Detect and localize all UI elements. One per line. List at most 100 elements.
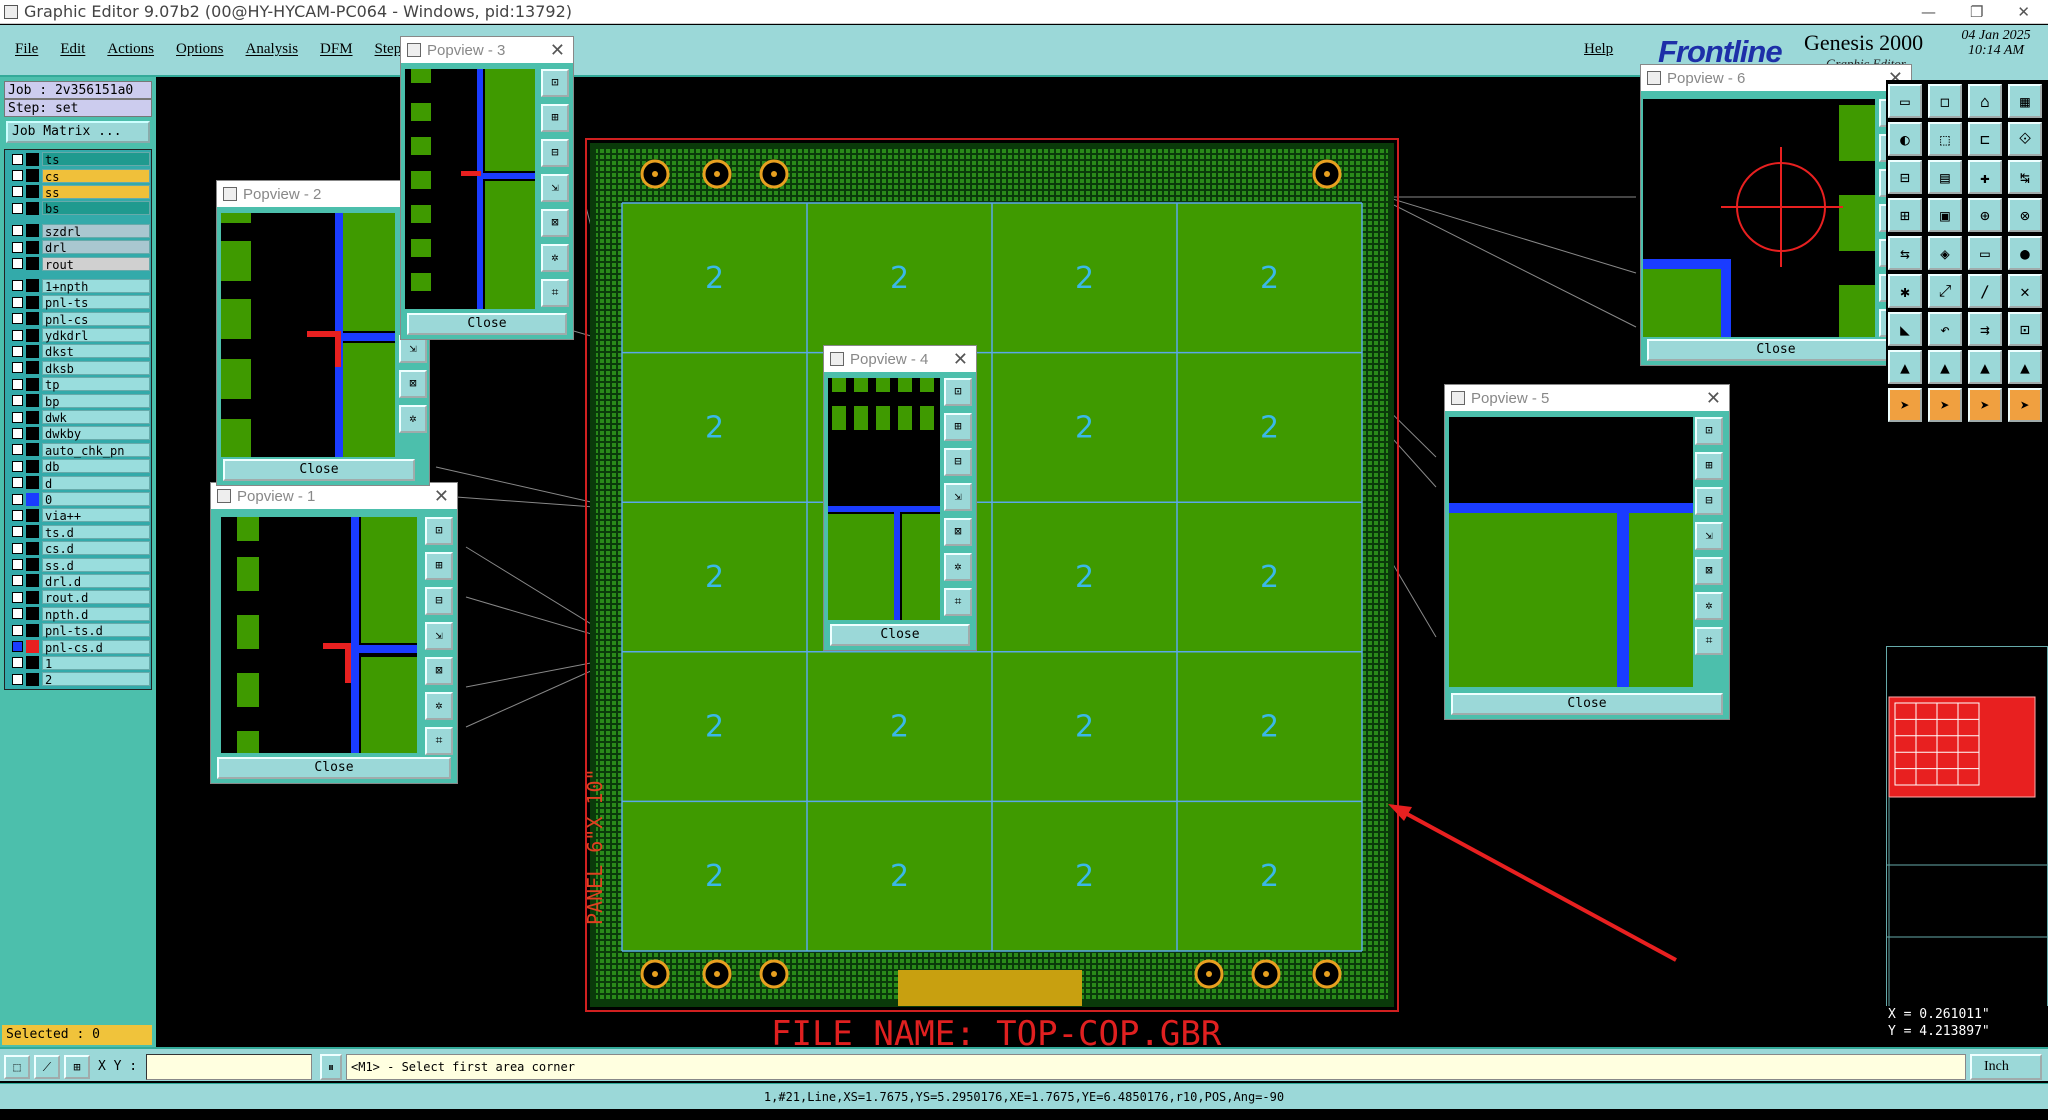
select-tool-icon[interactable]: ⬚ <box>4 1055 30 1079</box>
layer-row[interactable]: szdrl <box>6 223 150 239</box>
menu-edit[interactable]: Edit <box>60 41 85 58</box>
tool-undo-icon[interactable]: ↶ <box>1928 312 1962 346</box>
fit-icon[interactable]: ⊠ <box>944 518 972 546</box>
layer-color-swatch[interactable] <box>26 312 39 326</box>
layer-checkbox[interactable] <box>12 526 23 538</box>
layer-checkbox[interactable] <box>12 411 23 423</box>
tool-line-icon[interactable]: ∕ <box>1968 274 2002 308</box>
layer-checkbox[interactable] <box>12 280 23 292</box>
layer-color-swatch[interactable] <box>26 426 39 440</box>
refresh-icon[interactable]: ⌗ <box>944 588 972 616</box>
tool-window-icon[interactable]: ⬚ <box>1928 122 1962 156</box>
zoom-out-icon[interactable]: ⊟ <box>944 448 972 476</box>
layer-row[interactable]: bs <box>6 200 150 216</box>
layer-row[interactable]: pnl-cs.d <box>6 638 150 655</box>
layer-name[interactable]: rout <box>42 256 150 272</box>
center-icon[interactable]: ✲ <box>425 692 453 720</box>
layer-row[interactable]: 2 <box>6 671 150 687</box>
layer-row[interactable]: dkst <box>6 343 150 359</box>
zoom-in-icon[interactable]: ⊞ <box>1695 452 1723 480</box>
layer-row[interactable]: ts <box>6 151 150 167</box>
layer-row[interactable]: ss <box>6 184 150 200</box>
tool-expand-icon[interactable]: ⤢ <box>1928 274 1962 308</box>
layer-checkbox[interactable] <box>12 241 23 253</box>
layer-name[interactable]: pnl-cs <box>42 311 150 327</box>
mini-map[interactable] <box>1886 646 2048 1034</box>
layer-checkbox[interactable] <box>12 329 23 341</box>
tool-table-icon[interactable]: ▤ <box>1928 160 1962 194</box>
zoom-home-icon[interactable]: ⊡ <box>425 517 453 545</box>
tool-triangle-icon[interactable]: ▲ <box>2008 350 2042 384</box>
tool-home-icon[interactable]: ⌂ <box>1968 84 2002 118</box>
tool-triangle-icon[interactable]: ▲ <box>1888 350 1922 384</box>
popview-5-close-button[interactable]: Close <box>1451 693 1723 715</box>
tool-cross-icon[interactable]: ⊗ <box>2008 198 2042 232</box>
layer-row[interactable]: npth.d <box>6 606 150 622</box>
tool-corner-icon[interactable]: ◣ <box>1888 312 1922 346</box>
layer-color-swatch[interactable] <box>26 623 39 637</box>
layer-checkbox[interactable] <box>12 186 23 198</box>
tool-panel-icon[interactable]: ▣ <box>1928 198 1962 232</box>
layer-row[interactable]: cs.d <box>6 540 150 556</box>
layer-name[interactable]: cs <box>42 168 150 184</box>
layer-name[interactable]: dksb <box>42 360 150 376</box>
menu-dfm[interactable]: DFM <box>320 41 353 58</box>
menu-help[interactable]: Help <box>1584 41 1613 58</box>
lock-icon[interactable]: ⏸ <box>320 1054 342 1080</box>
tool-swap-icon[interactable]: ⇆ <box>1888 236 1922 270</box>
layer-row[interactable]: dwk <box>6 409 150 425</box>
layer-name[interactable]: 1 <box>42 655 150 671</box>
layer-checkbox[interactable] <box>12 378 23 390</box>
tool-matrix-icon[interactable]: ⊞ <box>1888 198 1922 232</box>
layer-name[interactable]: db <box>42 459 150 474</box>
layer-name[interactable]: pnl-ts.d <box>42 623 150 638</box>
layer-row[interactable]: pnl-cs <box>6 311 150 327</box>
popview-1-close-button[interactable]: Close <box>217 757 451 779</box>
layer-checkbox[interactable] <box>12 657 23 669</box>
popview-3[interactable]: Popview - 3 ✕ ⊡ ⊞ ⊟ ⇲ ⊠ ✲ ⌗ Close <box>400 36 574 340</box>
layer-checkbox[interactable] <box>12 225 23 237</box>
layer-name[interactable]: dwkby <box>42 426 150 441</box>
tool-layer-icon[interactable]: ⊏ <box>1968 122 2002 156</box>
zoom-in-icon[interactable]: ⊞ <box>944 413 972 441</box>
tool-rect-icon[interactable]: ▭ <box>1968 236 2002 270</box>
pan-icon[interactable]: ⇲ <box>425 622 453 650</box>
layer-row[interactable]: dwkby <box>6 425 150 441</box>
layer-row[interactable]: 1 <box>6 655 150 671</box>
layer-checkbox[interactable] <box>12 427 23 439</box>
layer-row[interactable]: cs <box>6 167 150 184</box>
tool-grid-icon[interactable]: ▦ <box>2008 84 2042 118</box>
layer-color-swatch[interactable] <box>26 492 39 506</box>
layer-checkbox[interactable] <box>12 395 23 407</box>
layer-color-swatch[interactable] <box>26 328 39 342</box>
layer-checkbox[interactable] <box>12 608 23 620</box>
popview-2[interactable]: Popview - 2 ⇲ ⊠ ✲ Close <box>216 180 430 486</box>
layer-row[interactable]: pnl-ts.d <box>6 622 150 638</box>
tool-screen-icon[interactable]: ◻ <box>1928 84 1962 118</box>
layer-row[interactable]: via++ <box>6 507 150 523</box>
menu-step[interactable]: Step <box>375 41 402 58</box>
layer-checkbox[interactable] <box>12 673 23 685</box>
tool-circle-icon[interactable]: ● <box>2008 236 2042 270</box>
layer-name[interactable]: ts <box>42 152 150 167</box>
layer-color-swatch[interactable] <box>26 525 39 539</box>
layer-name[interactable]: drl.d <box>42 573 150 589</box>
fit-icon[interactable]: ⊠ <box>541 209 569 237</box>
pan-icon[interactable]: ⇲ <box>541 174 569 202</box>
tool-triangle-icon[interactable]: ▲ <box>1928 350 1962 384</box>
layer-color-swatch[interactable] <box>26 672 39 686</box>
layer-color-swatch[interactable] <box>26 443 39 457</box>
tool-diamond-icon[interactable]: ◈ <box>1928 236 1962 270</box>
menu-actions[interactable]: Actions <box>107 41 154 58</box>
layer-name[interactable]: pnl-cs.d <box>42 639 150 655</box>
refresh-icon[interactable]: ⌗ <box>1695 627 1723 655</box>
layer-row[interactable]: tp <box>6 376 150 392</box>
popview-2-close-button[interactable]: Close <box>223 459 415 481</box>
pan-icon[interactable]: ⇲ <box>944 483 972 511</box>
layer-color-swatch[interactable] <box>26 410 39 424</box>
layer-name[interactable]: szdrl <box>42 223 150 239</box>
tool-star-icon[interactable]: ✱ <box>1888 274 1922 308</box>
center-icon[interactable]: ✲ <box>1695 592 1723 620</box>
layer-checkbox[interactable] <box>12 575 23 587</box>
layer-color-swatch[interactable] <box>26 607 39 621</box>
